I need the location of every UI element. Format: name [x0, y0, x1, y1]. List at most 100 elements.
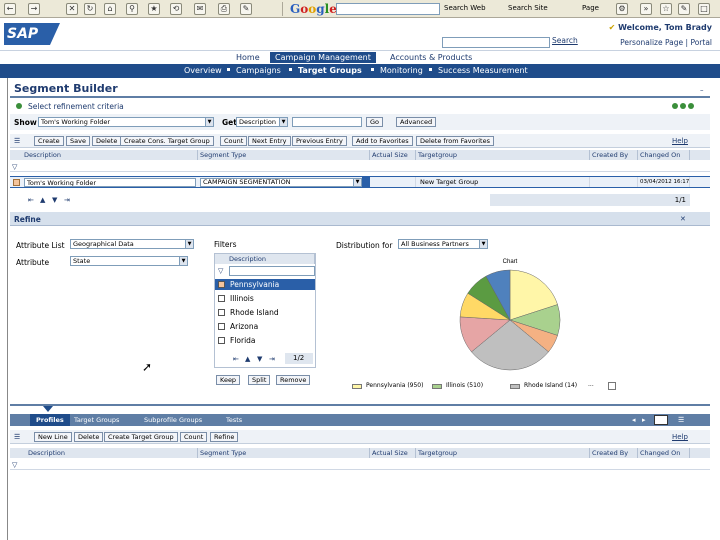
create-target-group-button[interactable]: Create Target Group	[104, 432, 178, 442]
filter-icon[interactable]: ▽	[218, 267, 223, 275]
refresh-icon[interactable]: ↻	[84, 3, 96, 15]
minimize-icon[interactable]: –	[700, 86, 704, 94]
count-button[interactable]: Count	[220, 136, 248, 146]
column-segment-type[interactable]: Segment Type	[198, 448, 370, 458]
list-item[interactable]: Arizona	[215, 321, 315, 332]
row-description[interactable]: Tom's Working Folder	[24, 178, 196, 187]
delete-from-favorites-button[interactable]: Delete from Favorites	[416, 136, 494, 146]
delete-profile-button[interactable]: Delete	[74, 432, 104, 442]
table-row[interactable]: Tom's Working Folder CAMPAIGN SEGMENTATI…	[10, 176, 710, 188]
list-item[interactable]: Pennsylvania	[215, 279, 315, 290]
tab-tests[interactable]: Tests	[220, 414, 248, 426]
window-icon[interactable]: □	[698, 3, 710, 15]
column-actual-size[interactable]: Actual Size	[370, 448, 416, 458]
filter-icon[interactable]: ▽	[12, 461, 17, 469]
advanced-button[interactable]: Advanced	[396, 117, 437, 127]
first-page-icon[interactable]: ⇤	[233, 355, 239, 363]
filter-checkbox[interactable]	[218, 323, 225, 330]
refine-button[interactable]: Refine	[210, 432, 239, 442]
settings-icon[interactable]: ⚙	[616, 3, 628, 15]
filters-column-description[interactable]: Description	[215, 254, 315, 264]
history-icon[interactable]: ⟲	[170, 3, 182, 15]
add-to-favorites-button[interactable]: Add to Favorites	[352, 136, 413, 146]
next-page-icon[interactable]: ▼	[257, 355, 262, 363]
last-page-icon[interactable]: ⇥	[64, 196, 70, 204]
new-line-button[interactable]: New Line	[34, 432, 72, 442]
search-icon[interactable]: ⚲	[126, 3, 138, 15]
scroll-left-icon[interactable]: ◂	[632, 416, 636, 424]
column-description[interactable]: Description	[22, 150, 198, 160]
previous-page-icon[interactable]: ▲	[40, 196, 45, 204]
portal-search-input[interactable]	[442, 37, 550, 48]
legend-more[interactable]: ...	[588, 381, 594, 388]
previous-page-icon[interactable]: ▲	[245, 355, 250, 363]
subnav-target-groups[interactable]: Target Groups	[298, 66, 362, 75]
print-icon[interactable]: ⎙	[218, 3, 230, 15]
row-segment-type-select[interactable]: CAMPAIGN SEGMENTATION ▼	[200, 178, 362, 187]
menu-icon[interactable]: ☰	[14, 433, 20, 441]
column-segment-type[interactable]: Segment Type	[198, 150, 370, 160]
list-item[interactable]: Florida	[215, 335, 315, 346]
count-profiles-button[interactable]: Count	[180, 432, 208, 442]
edit-icon[interactable]: ✎	[240, 3, 252, 15]
delete-button[interactable]: Delete	[92, 136, 122, 146]
split-button[interactable]: Split	[248, 375, 271, 385]
pencil-icon[interactable]: ✎	[678, 3, 690, 15]
create-button[interactable]: Create	[34, 136, 64, 146]
search-web-button[interactable]: Search Web	[444, 4, 486, 12]
subnav-success-measurement[interactable]: Success Measurement	[438, 66, 528, 75]
list-item[interactable]: Illinois	[215, 293, 315, 304]
remove-button[interactable]: Remove	[276, 375, 311, 385]
subnav-overview[interactable]: Overview	[184, 66, 222, 75]
legend-scroll-icon[interactable]	[608, 382, 616, 390]
search-site-button[interactable]: Search Site	[508, 4, 548, 12]
menu-icon[interactable]: ☰	[14, 137, 20, 145]
tab-target-groups[interactable]: Target Groups	[68, 414, 125, 426]
chevron-right-icon[interactable]: »	[640, 3, 652, 15]
mail-icon[interactable]: ✉	[194, 3, 206, 15]
get-select[interactable]: Description ▼	[236, 117, 288, 127]
filters-search-input[interactable]	[229, 266, 315, 276]
subnav-campaigns[interactable]: Campaigns	[236, 66, 281, 75]
filter-checkbox[interactable]	[218, 337, 225, 344]
get-input[interactable]	[292, 117, 362, 127]
back-icon[interactable]: ←	[4, 3, 16, 15]
column-actual-size[interactable]: Actual Size	[370, 150, 416, 160]
column-created-by[interactable]: Created By	[590, 150, 638, 160]
attribute-select[interactable]: State ▼	[70, 256, 188, 266]
home-icon[interactable]: ⌂	[104, 3, 116, 15]
keep-button[interactable]: Keep	[216, 375, 241, 385]
nav-campaign-management[interactable]: Campaign Management	[270, 52, 376, 63]
next-entry-button[interactable]: Next Entry	[248, 136, 291, 146]
distribution-select[interactable]: All Business Partners ▼	[398, 239, 488, 249]
help-link[interactable]: Help	[672, 433, 688, 441]
help-link[interactable]: Help	[672, 137, 688, 145]
attribute-list-select[interactable]: Geographical Data ▼	[70, 239, 194, 249]
column-targetgroup[interactable]: Targetgroup	[416, 150, 590, 160]
filter-checkbox[interactable]	[218, 309, 225, 316]
save-button[interactable]: Save	[66, 136, 90, 146]
scroll-right-icon[interactable]: ▸	[642, 416, 646, 424]
list-item[interactable]: Rhode Island	[215, 307, 315, 318]
column-created-by[interactable]: Created By	[590, 448, 638, 458]
stop-icon[interactable]: ✕	[66, 3, 78, 15]
subnav-monitoring[interactable]: Monitoring	[380, 66, 423, 75]
first-page-icon[interactable]: ⇤	[28, 196, 34, 204]
create-cons-target-group-button[interactable]: Create Cons. Target Group	[120, 136, 214, 146]
favorites-icon[interactable]: ★	[148, 3, 160, 15]
filter-checkbox[interactable]	[218, 295, 225, 302]
tab-subprofile-groups[interactable]: Subprofile Groups	[138, 414, 208, 426]
column-targetgroup[interactable]: Targetgroup	[416, 448, 590, 458]
column-description[interactable]: Description	[22, 448, 198, 458]
previous-entry-button[interactable]: Previous Entry	[292, 136, 347, 146]
tab-menu-icon[interactable]	[654, 415, 668, 425]
nav-accounts-products[interactable]: Accounts & Products	[386, 53, 476, 62]
forward-icon[interactable]: →	[28, 3, 40, 15]
row-targetgroup[interactable]: New Target Group	[418, 177, 590, 187]
personalize-links[interactable]: Personalize Page | Portal	[620, 38, 712, 47]
tab-profiles[interactable]: Profiles	[30, 414, 70, 426]
filter-icon[interactable]: ▽	[12, 163, 17, 171]
filter-checkbox[interactable]	[218, 281, 225, 288]
go-button[interactable]: Go	[366, 117, 384, 127]
last-page-icon[interactable]: ⇥	[269, 355, 275, 363]
